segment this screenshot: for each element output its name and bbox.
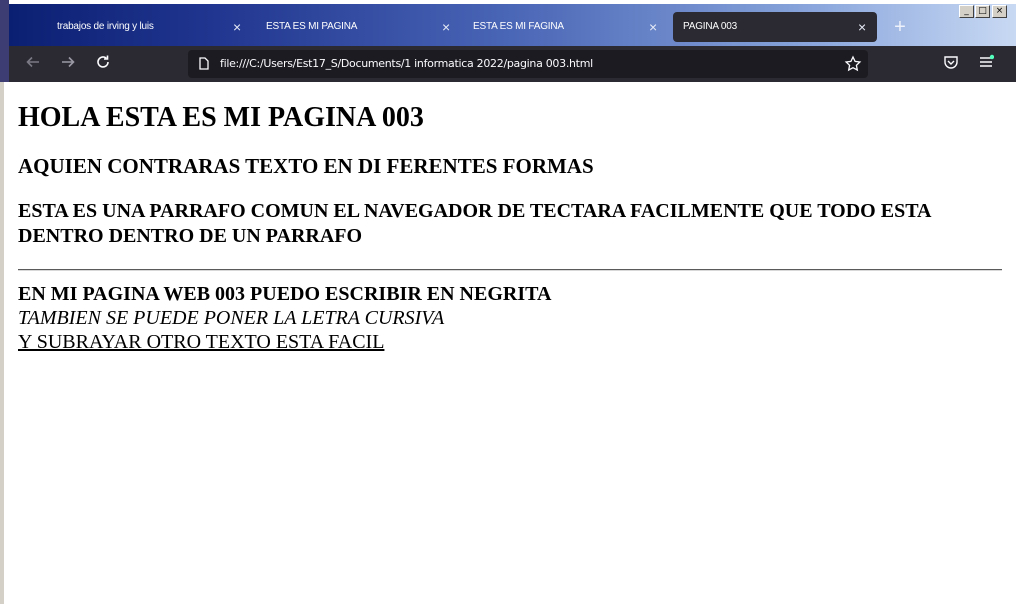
close-icon[interactable]: ×	[230, 12, 244, 42]
menu-icon[interactable]	[976, 54, 996, 74]
bold-text: EN MI PAGINA WEB 003 PUEDO ESCRIBIR EN N…	[18, 283, 552, 305]
italic-text: TAMBIEN SE PUEDE PONER LA LETRA CURSIVA	[18, 307, 445, 329]
close-icon[interactable]: ×	[646, 12, 660, 42]
page-subheading: AQUIEN CONTRARAS TEXTO EN DI FERENTES FO…	[18, 154, 594, 178]
minimize-button[interactable]: _	[959, 5, 974, 18]
underlined-text: Y SUBRAYAR OTRO TEXTO ESTA FACIL	[18, 331, 385, 353]
tab-esta-es-mi-pagina[interactable]: ESTA ES MI PAGINA ×	[256, 12, 461, 42]
maximize-button[interactable]: □	[975, 5, 990, 18]
tab-trabajos[interactable]: trabajos de irving y luis ×	[47, 12, 252, 42]
reload-icon[interactable]	[93, 54, 113, 74]
desktop-edge-dark	[0, 0, 9, 82]
tab-label: ESTA ES MI PAGINA	[266, 21, 358, 32]
tab-label: PAGINA 003	[683, 21, 737, 32]
close-icon[interactable]: ×	[855, 12, 869, 42]
close-icon[interactable]: ×	[439, 12, 453, 42]
close-window-button[interactable]: ×	[992, 5, 1007, 18]
document-icon	[199, 57, 209, 70]
paragraph: ESTA ES UNA PARRAFO COMUN EL NAVEGADOR D…	[18, 200, 931, 247]
back-icon[interactable]	[23, 54, 43, 74]
bookmark-star-icon[interactable]	[844, 55, 862, 73]
tab-esta-es-mi-fagina[interactable]: ESTA ES MI FAGINA ×	[463, 12, 668, 42]
horizontal-rule	[18, 269, 1002, 271]
new-tab-button[interactable]: +	[889, 16, 911, 38]
navigation-toolbar: file:///C:/Users/Est17_S/Documents/1 inf…	[9, 46, 1016, 82]
pocket-icon[interactable]	[941, 54, 961, 74]
tab-pagina-003[interactable]: PAGINA 003 ×	[673, 12, 877, 42]
page-heading: HOLA ESTA ES MI PAGINA 003	[18, 102, 424, 133]
tab-label: ESTA ES MI FAGINA	[473, 21, 564, 32]
url-text[interactable]: file:///C:/Users/Est17_S/Documents/1 inf…	[220, 50, 593, 78]
tab-strip: trabajos de irving y luis × ESTA ES MI P…	[9, 4, 1016, 46]
desktop-edge	[0, 0, 9, 604]
desktop-edge-gray	[0, 82, 4, 604]
tab-label: trabajos de irving y luis	[57, 21, 154, 32]
address-bar[interactable]: file:///C:/Users/Est17_S/Documents/1 inf…	[188, 50, 868, 78]
forward-icon[interactable]	[58, 54, 78, 74]
